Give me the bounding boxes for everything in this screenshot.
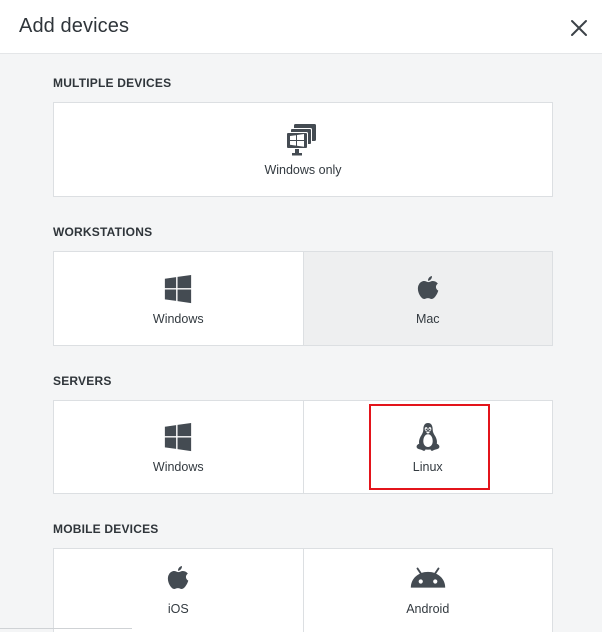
section-title-workstations: WORKSTATIONS [53,225,153,239]
android-icon [410,567,445,588]
apple-icon [417,275,439,299]
workstations-card: Windows Mac [53,251,553,346]
tile-label: Windows only [264,162,342,177]
linux-icon [416,422,440,451]
tile-label: Windows [152,460,204,474]
section-title-multiple-devices: MULTIPLE DEVICES [53,76,172,90]
tile-label: iOS [167,601,189,616]
tile-mobile-ios[interactable]: iOS [54,549,303,632]
tile-windows-only[interactable]: Windows only [54,103,552,196]
tile-workstation-windows[interactable]: Windows [54,252,303,345]
tile-label: Windows [152,311,204,326]
tile-label: Linux [412,460,443,474]
multiple-monitors-icon [286,123,316,155]
dialog-title: Add devices [19,15,130,37]
windows-icon [165,274,192,303]
tile-server-linux[interactable]: Linux [302,401,553,493]
multiple-devices-card: Windows only [53,102,553,197]
section-title-servers: SERVERS [53,374,112,388]
apple-icon [168,565,189,589]
windows-icon [165,422,192,452]
tile-workstation-mac[interactable]: Mac [302,252,552,345]
tile-label: Mac [415,311,440,326]
mobile-devices-card: iOS Android [53,548,553,632]
servers-card: Windows Linux [53,400,553,494]
tile-label: Android [406,601,450,616]
close-icon[interactable] [566,15,592,41]
dialog-header: Add devices [0,0,602,54]
tile-mobile-android[interactable]: Android [302,549,553,632]
scroll-divider [0,628,132,629]
section-title-mobile-devices: MOBILE DEVICES [53,522,159,536]
tile-server-windows[interactable]: Windows [54,401,303,493]
